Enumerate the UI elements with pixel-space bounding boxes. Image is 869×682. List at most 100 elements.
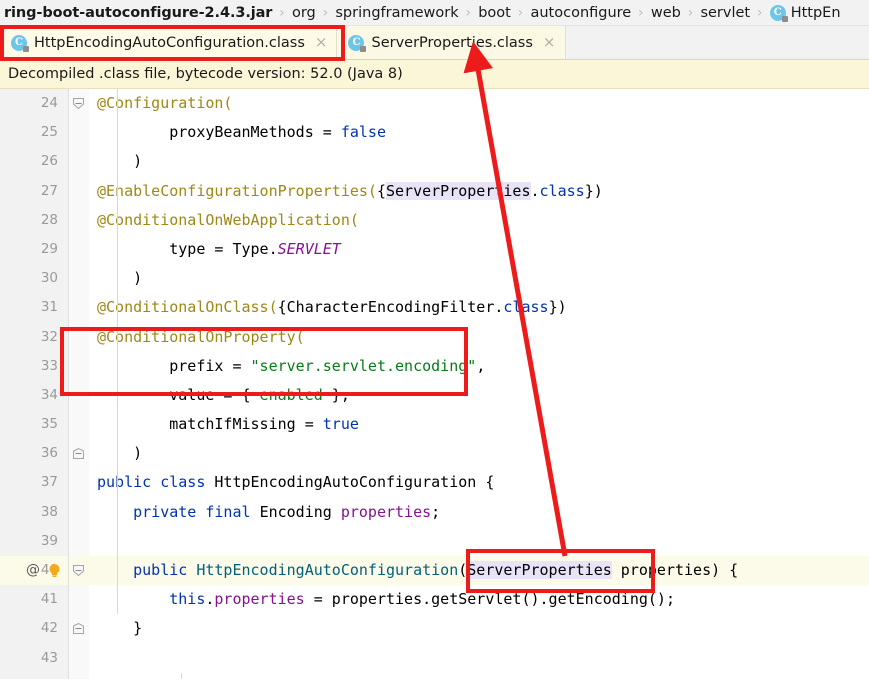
fold-collapse-icon[interactable] xyxy=(73,565,84,576)
fold-row[interactable] xyxy=(69,352,89,381)
gutter-row[interactable]: 31 xyxy=(0,293,68,322)
gutter-row[interactable]: 27 xyxy=(0,177,68,206)
gutter-row[interactable]: 44 xyxy=(0,673,68,680)
gutter-row[interactable]: 39 xyxy=(0,527,68,556)
gutter-row[interactable]: 37 xyxy=(0,468,68,497)
fold-row[interactable] xyxy=(69,264,89,293)
annotation-marker-icon[interactable]: @ xyxy=(26,556,40,585)
gutter-row[interactable]: 42 xyxy=(0,614,68,643)
fold-row[interactable] xyxy=(69,439,89,468)
fold-row[interactable] xyxy=(69,323,89,352)
gutter-row[interactable]: 40 @ xyxy=(0,556,68,586)
fold-row[interactable] xyxy=(69,206,89,235)
editor-tab[interactable]: C ServerProperties.class × xyxy=(337,26,566,59)
gutter-row[interactable]: 34 xyxy=(0,381,68,410)
code-token: ) xyxy=(97,269,143,288)
code-line[interactable]: @ConditionalOnProperty( xyxy=(89,323,869,352)
fold-expand-icon[interactable] xyxy=(73,623,84,635)
breadcrumb-separator: › xyxy=(687,4,694,21)
code-line[interactable]: @Configuration( xyxy=(89,89,869,118)
breadcrumb-item[interactable]: autoconfigure xyxy=(528,5,633,21)
editor-tab-bar[interactable]: C HttpEncodingAutoConfiguration.class × C Se… xyxy=(0,26,869,60)
gutter-row[interactable]: 24 xyxy=(0,89,68,118)
code-line[interactable]: @B xyxy=(89,673,869,679)
fold-row[interactable] xyxy=(69,527,89,556)
breadcrumb-label: boot xyxy=(478,4,511,21)
lightbulb-icon[interactable] xyxy=(48,563,61,578)
code-token: matchIfMissing = xyxy=(97,415,323,434)
code-folding-column[interactable] xyxy=(69,89,89,679)
code-content[interactable]: @Configuration( proxyBeanMethods = false… xyxy=(89,89,869,679)
code-line[interactable]: ) xyxy=(89,147,869,176)
code-line[interactable]: public HttpEncodingAutoConfiguration(Ser… xyxy=(89,556,869,586)
gutter-row[interactable]: 25 xyxy=(0,118,68,147)
code-line[interactable]: public class HttpEncodingAutoConfigurati… xyxy=(89,468,869,497)
code-line[interactable]: @ConditionalOnWebApplication( xyxy=(89,206,869,235)
code-line[interactable]: ) xyxy=(89,439,869,468)
fold-row[interactable] xyxy=(69,585,89,614)
gutter-row[interactable]: 30 xyxy=(0,264,68,293)
close-icon[interactable]: × xyxy=(543,35,556,50)
breadcrumb-item[interactable]: springframework xyxy=(333,5,460,21)
code-line[interactable] xyxy=(89,644,869,673)
gutter-row[interactable]: 38 xyxy=(0,498,68,527)
breadcrumb-item[interactable]: C HttpEn xyxy=(768,4,843,22)
code-token: }) xyxy=(548,298,567,317)
gutter-row[interactable]: 43 xyxy=(0,644,68,673)
fold-row[interactable] xyxy=(69,147,89,176)
code-line[interactable]: @ConditionalOnClass({CharacterEncodingFi… xyxy=(89,293,869,322)
code-token: type = Type. xyxy=(97,239,278,258)
gutter-row[interactable]: 41 xyxy=(0,585,68,614)
breadcrumb-item[interactable]: ring-boot-autoconfigure-2.4.3.jar xyxy=(2,5,274,21)
code-line[interactable] xyxy=(89,527,869,556)
gutter-row[interactable]: 26 xyxy=(0,147,68,176)
fold-row[interactable] xyxy=(69,118,89,147)
fold-row[interactable] xyxy=(69,644,89,673)
code-line[interactable]: @EnableConfigurationProperties({ServerPr… xyxy=(89,177,869,206)
fold-row[interactable] xyxy=(69,235,89,264)
line-number-gutter[interactable]: 24 25 26 27 28 29 30 31 32 33 34 35 36 37 38 39 40 @ 41 42 4… xyxy=(0,89,68,679)
code-line[interactable]: this.properties = properties.getServlet(… xyxy=(89,585,869,614)
code-line[interactable]: type = Type.SERVLET xyxy=(89,235,869,264)
breadcrumb-item[interactable]: servlet xyxy=(698,5,752,21)
line-number: 28 xyxy=(40,211,58,228)
code-token: SERVLET xyxy=(277,239,341,258)
gutter-row[interactable]: 33 xyxy=(0,352,68,381)
code-line[interactable]: ) xyxy=(89,264,869,293)
fold-row[interactable] xyxy=(69,381,89,410)
fold-row[interactable] xyxy=(69,177,89,206)
gutter-row[interactable]: 35 xyxy=(0,410,68,439)
close-icon[interactable]: × xyxy=(315,35,328,50)
fold-row[interactable] xyxy=(69,89,89,118)
code-line[interactable]: value = { enabled }, xyxy=(89,381,869,410)
fold-row[interactable] xyxy=(69,556,89,586)
gutter-row[interactable]: 36 xyxy=(0,439,68,468)
breadcrumb-separator: › xyxy=(279,4,285,21)
gutter-row[interactable]: 29 xyxy=(0,235,68,264)
code-line[interactable]: matchIfMissing = true xyxy=(89,410,869,439)
code-editor[interactable]: 24 25 26 27 28 29 30 31 32 33 34 35 36 37 38 39 40 @ 41 42 4… xyxy=(0,89,869,679)
fold-collapse-icon[interactable] xyxy=(73,98,84,109)
code-line[interactable]: private final Encoding properties; xyxy=(89,498,869,527)
code-token: this xyxy=(97,590,206,609)
fold-row[interactable] xyxy=(69,293,89,322)
breadcrumb-item[interactable]: org xyxy=(290,5,318,21)
code-token: ) xyxy=(97,152,143,171)
breadcrumb-item[interactable]: boot xyxy=(476,5,513,21)
fold-row[interactable] xyxy=(69,614,89,643)
fold-row[interactable] xyxy=(69,468,89,497)
editor-tab[interactable]: C HttpEncodingAutoConfiguration.class × xyxy=(0,26,338,59)
breadcrumb-item[interactable]: web xyxy=(649,5,683,21)
code-token: @ConditionalOnWebApplication( xyxy=(97,210,359,229)
gutter-row[interactable]: 28 xyxy=(0,206,68,235)
code-line[interactable]: prefix = "server.servlet.encoding", xyxy=(89,352,869,381)
code-line[interactable]: } xyxy=(89,614,869,643)
code-line[interactable]: proxyBeanMethods = false xyxy=(89,118,869,147)
decompiled-file-banner: Decompiled .class file, bytecode version… xyxy=(0,60,869,89)
navigation-breadcrumb[interactable]: ring-boot-autoconfigure-2.4.3.jar › org › sp… xyxy=(0,0,869,26)
fold-row[interactable] xyxy=(69,673,89,679)
fold-row[interactable] xyxy=(69,410,89,439)
fold-row[interactable] xyxy=(69,498,89,527)
fold-expand-icon[interactable] xyxy=(73,448,84,460)
gutter-row[interactable]: 32 xyxy=(0,323,68,352)
